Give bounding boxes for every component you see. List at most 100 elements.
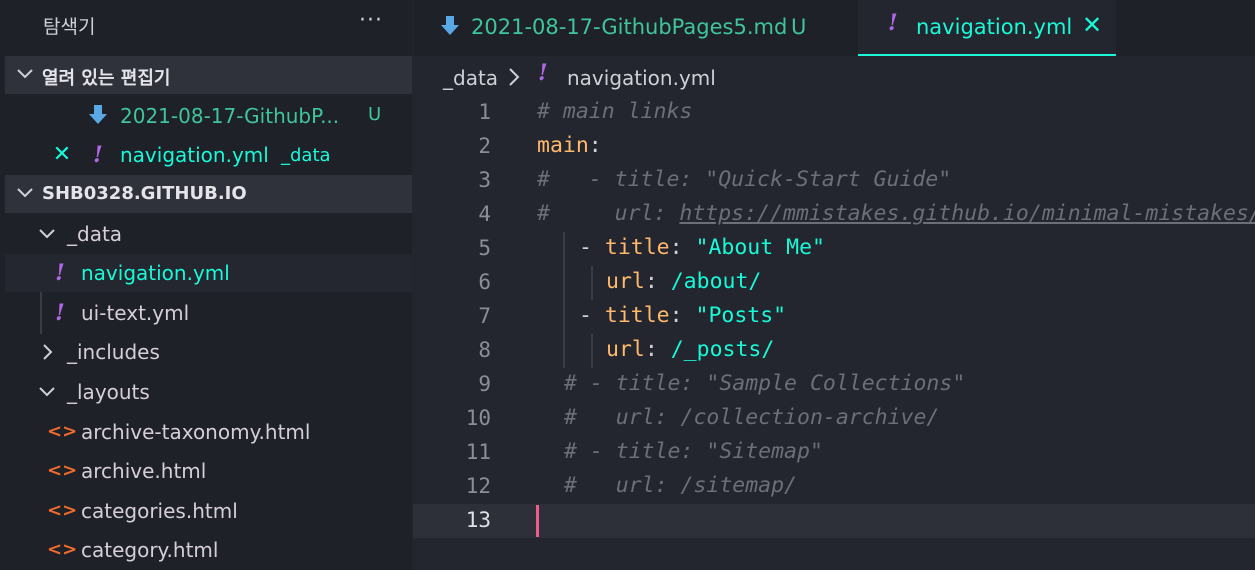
html-brackets-icon: <>: [47, 500, 78, 521]
tree-item-label: category.html: [81, 538, 219, 562]
tab-label: 2021-08-17-GithubPages5.md: [471, 15, 788, 39]
tree-item-label: archive.html: [81, 459, 207, 483]
line-number: 3: [478, 168, 491, 192]
code-text: main:: [537, 133, 602, 158]
line-number: 1: [478, 100, 491, 124]
tree-folder-data[interactable]: _data: [5, 215, 412, 253]
code-line: 7 - title: "Posts": [413, 300, 1255, 334]
yaml-comment: # - title: "Quick-Start Guide": [537, 167, 952, 192]
yaml-string: "About Me": [695, 235, 825, 260]
text-cursor: [536, 505, 539, 537]
code-line: 1 # main links: [413, 96, 1255, 130]
open-editors-section-header[interactable]: 열려 있는 편집기: [5, 56, 412, 94]
code-text: # - title: "Sitemap": [564, 439, 823, 464]
chevron-down-icon: [35, 221, 59, 247]
tree-file-html[interactable]: <> categories.html: [5, 492, 412, 530]
open-editor-item-md[interactable]: 2021-08-17-GithubP... U: [5, 97, 412, 135]
yaml-colon: :: [669, 235, 696, 260]
yaml-key: url: [606, 337, 645, 362]
line-number: 12: [465, 474, 491, 498]
open-editor-folder: _data: [281, 145, 331, 166]
code-line: 2 main:: [413, 130, 1255, 164]
chevron-right-icon: [504, 64, 524, 95]
workspace-section-header[interactable]: SHB0328.GITHUB.IO: [5, 175, 412, 213]
line-number: 6: [478, 270, 491, 294]
yaml-exclamation-icon: !: [93, 142, 103, 168]
tree-file-html[interactable]: <> category.html: [5, 531, 412, 569]
tree-file-ui-text[interactable]: ! ui-text.yml: [5, 294, 412, 332]
open-editor-item-yml[interactable]: ✕ ! navigation.yml _data: [5, 136, 412, 174]
chevron-down-icon: [35, 379, 59, 405]
tree-item-label: _data: [67, 222, 123, 246]
untracked-badge: U: [368, 104, 382, 125]
tree-item-label: archive-taxonomy.html: [81, 420, 311, 444]
line-number: 2: [478, 134, 491, 158]
yaml-key: url: [606, 269, 645, 294]
line-number: 10: [465, 406, 491, 430]
yaml-dash: -: [579, 303, 605, 328]
html-brackets-icon: <>: [47, 539, 78, 560]
code-line: 11 # - title: "Sitemap": [413, 436, 1255, 470]
code-text: - title: "About Me": [579, 235, 825, 260]
code-text: # url: /collection-archive/: [564, 405, 939, 430]
yaml-dash: -: [579, 235, 605, 260]
tree-file-html[interactable]: <> archive-taxonomy.html: [5, 413, 412, 451]
yaml-exclamation-icon: !: [888, 10, 898, 36]
more-actions-icon[interactable]: ···: [356, 6, 386, 36]
yaml-exclamation-icon: !: [538, 60, 548, 86]
code-line: 3 # - title: "Quick-Start Guide": [413, 164, 1255, 198]
code-line: 6 url: /about/: [413, 266, 1255, 300]
download-arrow-icon: [439, 12, 461, 47]
tree-folder-includes[interactable]: _includes: [5, 333, 412, 371]
tree-file-html[interactable]: <> archive.html: [5, 452, 412, 490]
yaml-colon: :: [644, 269, 671, 294]
yaml-comment: # - title: "Sitemap": [564, 439, 823, 464]
tree-item-label: ui-text.yml: [81, 301, 190, 325]
tree-file-navigation[interactable]: ! navigation.yml: [5, 254, 412, 292]
chevron-right-icon: [35, 339, 59, 365]
yaml-colon: :: [644, 337, 671, 362]
close-icon[interactable]: ✕: [1077, 10, 1107, 40]
comment-link[interactable]: https://mmistakes.github.io/minimal-mist…: [679, 201, 1255, 226]
explorer-title: 탐색기: [43, 16, 96, 38]
html-brackets-icon: <>: [47, 460, 78, 481]
chevron-down-icon: [13, 59, 37, 89]
open-editor-label: 2021-08-17-GithubP...: [120, 104, 340, 128]
open-editor-label: navigation.yml: [120, 143, 269, 167]
editor-tab-bar: 2021-08-17-GithubPages5.md U ! navigatio…: [413, 0, 1255, 56]
tree-item-label: navigation.yml: [81, 261, 230, 285]
yaml-colon: :: [588, 133, 602, 158]
code-text: # - title: "Quick-Start Guide": [537, 167, 951, 192]
tree-folder-layouts[interactable]: _layouts: [5, 373, 412, 411]
code-text: # main links: [537, 99, 692, 124]
current-code-line[interactable]: 13: [413, 504, 1255, 538]
yaml-string: "Posts": [695, 303, 787, 328]
yaml-key: title: [604, 235, 670, 260]
yaml-comment: # - title: "Sample Collections": [564, 371, 966, 396]
code-text: - title: "Posts": [579, 303, 786, 328]
yaml-comment: # url:: [537, 201, 680, 226]
tab-navigation-yml[interactable]: ! navigation.yml ✕: [858, 0, 1116, 56]
code-line: 9 # - title: "Sample Collections": [413, 368, 1255, 402]
tab-label: navigation.yml: [916, 15, 1073, 39]
code-text: # url: https://mmistakes.github.io/minim…: [537, 201, 1255, 226]
yaml-value: /_posts/: [670, 337, 775, 362]
breadcrumb-file[interactable]: navigation.yml: [567, 66, 716, 90]
tab-githubpages5-md[interactable]: 2021-08-17-GithubPages5.md U: [413, 0, 856, 56]
html-brackets-icon: <>: [47, 421, 78, 442]
chevron-down-icon: [13, 178, 37, 208]
open-editors-label: 열려 있는 편집기: [42, 68, 171, 89]
yaml-value: /about/: [670, 269, 762, 294]
line-number: 8: [478, 338, 491, 362]
code-line: 10 # url: /collection-archive/: [413, 402, 1255, 436]
code-editor[interactable]: 1 # main links 2 main: 3 # - title: "Qui…: [413, 96, 1255, 570]
workspace-label: SHB0328.GITHUB.IO: [42, 183, 247, 204]
line-number: 9: [478, 372, 491, 396]
breadcrumb-folder[interactable]: _data: [443, 66, 498, 90]
untracked-badge: U: [791, 15, 807, 39]
tree-item-label: categories.html: [81, 499, 238, 523]
line-number: 11: [465, 440, 491, 464]
close-icon[interactable]: ✕: [51, 140, 73, 170]
yaml-key: main: [537, 133, 589, 158]
code-text: # - title: "Sample Collections": [564, 371, 965, 396]
